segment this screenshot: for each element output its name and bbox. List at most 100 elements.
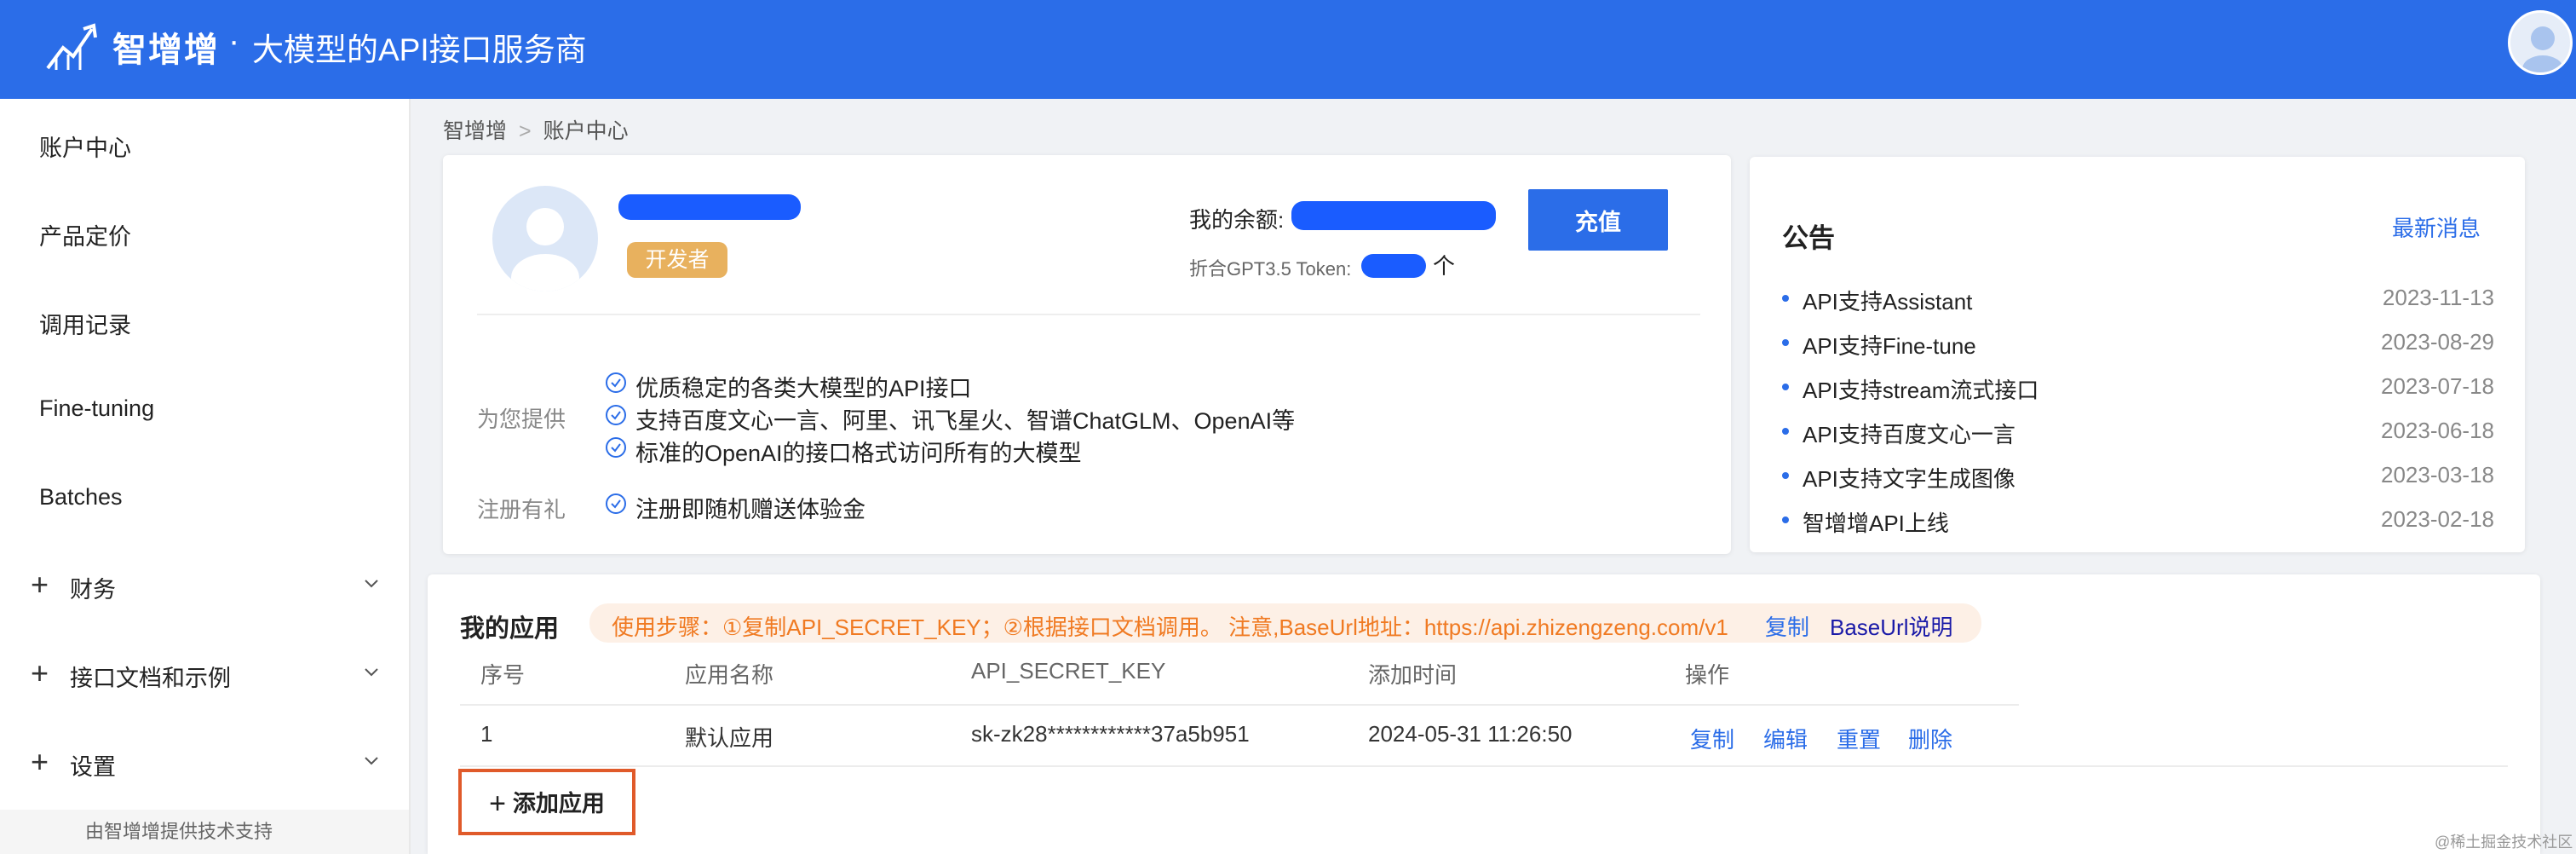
bullet-icon: [1782, 428, 1789, 435]
sidebar-group-settings[interactable]: + 设置: [31, 747, 382, 781]
brand-name: 智增增: [112, 32, 220, 69]
announcement-item[interactable]: API支持Assistant 2023-11-13: [1782, 285, 2494, 314]
add-app-label: 添加应用: [512, 791, 605, 816]
add-app-button[interactable]: + 添加应用: [458, 769, 635, 835]
breadcrumb-root[interactable]: 智增增: [443, 119, 507, 143]
check-circle-icon: [606, 372, 626, 393]
breadcrumb: 智增增 > 账户中心: [443, 114, 629, 145]
check-circle-icon: [606, 405, 626, 425]
announcement-item-date: 2023-03-18: [2381, 462, 2494, 488]
row-app-name: 默认应用: [685, 725, 774, 751]
column-header-actions: 操作: [1685, 662, 1730, 688]
user-avatar-icon: [2522, 26, 2563, 72]
sidebar-item-batches[interactable]: Batches: [39, 484, 123, 511]
sidebar-group-label: 财务: [70, 577, 116, 603]
column-header-name: 应用名称: [685, 662, 774, 688]
plus-icon: +: [31, 567, 49, 602]
profile-avatar: [492, 186, 598, 291]
row-added-time: 2024-05-31 11:26:50: [1368, 721, 1573, 747]
usage-tip: 使用步骤：①复制API_SECRET_KEY；②根据接口文档调用。 注意,Bas…: [589, 603, 1981, 643]
column-header-added: 添加时间: [1368, 662, 1458, 688]
gift-label: 注册有礼: [477, 497, 566, 522]
brand-slogan: 大模型的API接口服务商: [252, 32, 587, 67]
chevron-down-icon: [365, 757, 378, 765]
offer-label: 为您提供: [477, 407, 566, 432]
user-avatar[interactable]: [2508, 10, 2573, 75]
chevron-down-icon: [365, 580, 378, 588]
edit-app-button[interactable]: 编辑: [1763, 723, 1808, 754]
balance-label: 我的余额:: [1189, 207, 1285, 233]
reset-key-button[interactable]: 重置: [1837, 723, 1881, 754]
announcement-item-title: API支持Fine-tune: [1803, 333, 1976, 359]
offer-text: 标准的OpenAI的接口格式访问所有的大模型: [635, 441, 1082, 466]
announcement-item-date: 2023-06-18: [2381, 418, 2494, 443]
copy-baseurl-link[interactable]: 复制: [1765, 610, 1809, 642]
usage-steps-text: 使用步骤：①复制API_SECRET_KEY；②根据接口文档调用。 注意,Bas…: [612, 615, 1728, 640]
sidebar-item-fine-tuning[interactable]: Fine-tuning: [39, 395, 154, 422]
breadcrumb-separator: >: [519, 119, 532, 143]
bullet-icon: [1782, 516, 1789, 523]
column-header-index: 序号: [480, 662, 526, 688]
announcement-item-date: 2023-08-29: [2381, 329, 2494, 355]
sidebar-item-pricing[interactable]: 产品定价: [39, 218, 131, 251]
my-apps-card: 我的应用 使用步骤：①复制API_SECRET_KEY；②根据接口文档调用。 注…: [428, 574, 2540, 854]
check-circle-icon: [606, 437, 626, 458]
announcement-item[interactable]: API支持百度文心一言 2023-06-18: [1782, 418, 2494, 447]
announcement-item-date: 2023-11-13: [2382, 285, 2494, 310]
top-header: 智增增 · 大模型的API接口服务商: [0, 0, 2576, 99]
bullet-icon: [1782, 339, 1789, 346]
watermark: @稀土掘金技术社区: [2435, 834, 2573, 851]
breadcrumb-current: 账户中心: [543, 119, 629, 143]
announcement-item-date: 2023-07-18: [2381, 373, 2494, 399]
bullet-icon: [1782, 472, 1789, 479]
redacted-balance: [1291, 201, 1496, 230]
announcement-item[interactable]: 智增增API上线 2023-02-18: [1782, 506, 2494, 536]
announcement-title: 公告: [1782, 223, 1835, 253]
copy-key-button[interactable]: 复制: [1690, 723, 1734, 754]
brand-separator: ·: [228, 22, 240, 60]
sidebar-group-finance[interactable]: + 财务: [31, 569, 382, 603]
announcement-item-title: API支持百度文心一言: [1803, 422, 2015, 447]
redacted-tokens: [1361, 254, 1426, 278]
offer-text: 优质稳定的各类大模型的API接口: [635, 376, 972, 401]
recharge-button[interactable]: 充值: [1528, 189, 1668, 251]
role-badge: 开发者: [627, 242, 727, 278]
announcement-item-title: API支持文字生成图像: [1803, 466, 2015, 492]
sidebar-item-account[interactable]: 账户中心: [39, 130, 131, 163]
column-header-key: API_SECRET_KEY: [971, 658, 1166, 684]
profile-avatar-icon: [511, 208, 579, 291]
header-divider: [460, 704, 2019, 706]
plus-icon: +: [31, 655, 49, 690]
row-secret-key: sk-zk28************37a5b951: [971, 721, 1250, 747]
plus-icon: +: [31, 744, 49, 779]
gift-text: 注册即随机赠送体验金: [635, 497, 865, 522]
baseurl-doc-link[interactable]: BaseUrl说明: [1830, 610, 1952, 642]
sidebar-group-label: 接口文档和示例: [70, 666, 231, 691]
offer-text: 支持百度文心一言、阿里、讯飞星火、智谱ChatGLM、OpenAI等: [635, 408, 1296, 434]
row-index: 1: [480, 721, 493, 747]
account-card: 开发者 我的余额: 折合GPT3.5 Token: 个 充值 为您提供 优质稳定…: [443, 155, 1731, 554]
announcement-item-title: API支持stream流式接口: [1803, 378, 2039, 403]
announcement-card: 公告 最新消息 API支持Assistant 2023-11-13 API支持F…: [1750, 157, 2525, 552]
tokens-label: 折合GPT3.5 Token:: [1189, 258, 1352, 280]
tokens-unit: 个: [1433, 253, 1456, 279]
latest-news-link[interactable]: 最新消息: [2392, 211, 2481, 243]
sidebar-group-label: 设置: [70, 754, 116, 780]
sidebar: 账户中心 产品定价 调用记录 Fine-tuning Batches + 财务 …: [0, 99, 411, 854]
chevron-down-icon: [365, 668, 378, 677]
announcement-item[interactable]: API支持Fine-tune 2023-08-29: [1782, 329, 2494, 359]
row-divider: [460, 765, 2508, 767]
sidebar-group-api-docs[interactable]: + 接口文档和示例: [31, 658, 382, 692]
sidebar-footer: 由智增增提供技术支持: [0, 810, 409, 854]
divider: [477, 314, 1700, 315]
bullet-icon: [1782, 295, 1789, 302]
delete-app-button[interactable]: 删除: [1908, 723, 1952, 754]
announcement-item-date: 2023-02-18: [2381, 506, 2494, 532]
redacted-username: [618, 194, 801, 220]
announcement-item[interactable]: API支持stream流式接口 2023-07-18: [1782, 373, 2494, 403]
announcement-item[interactable]: API支持文字生成图像 2023-03-18: [1782, 462, 2494, 492]
check-circle-icon: [606, 493, 626, 514]
sidebar-item-usage[interactable]: 调用记录: [39, 307, 131, 340]
plus-icon: +: [489, 788, 506, 820]
announcement-item-title: API支持Assistant: [1803, 289, 1973, 314]
